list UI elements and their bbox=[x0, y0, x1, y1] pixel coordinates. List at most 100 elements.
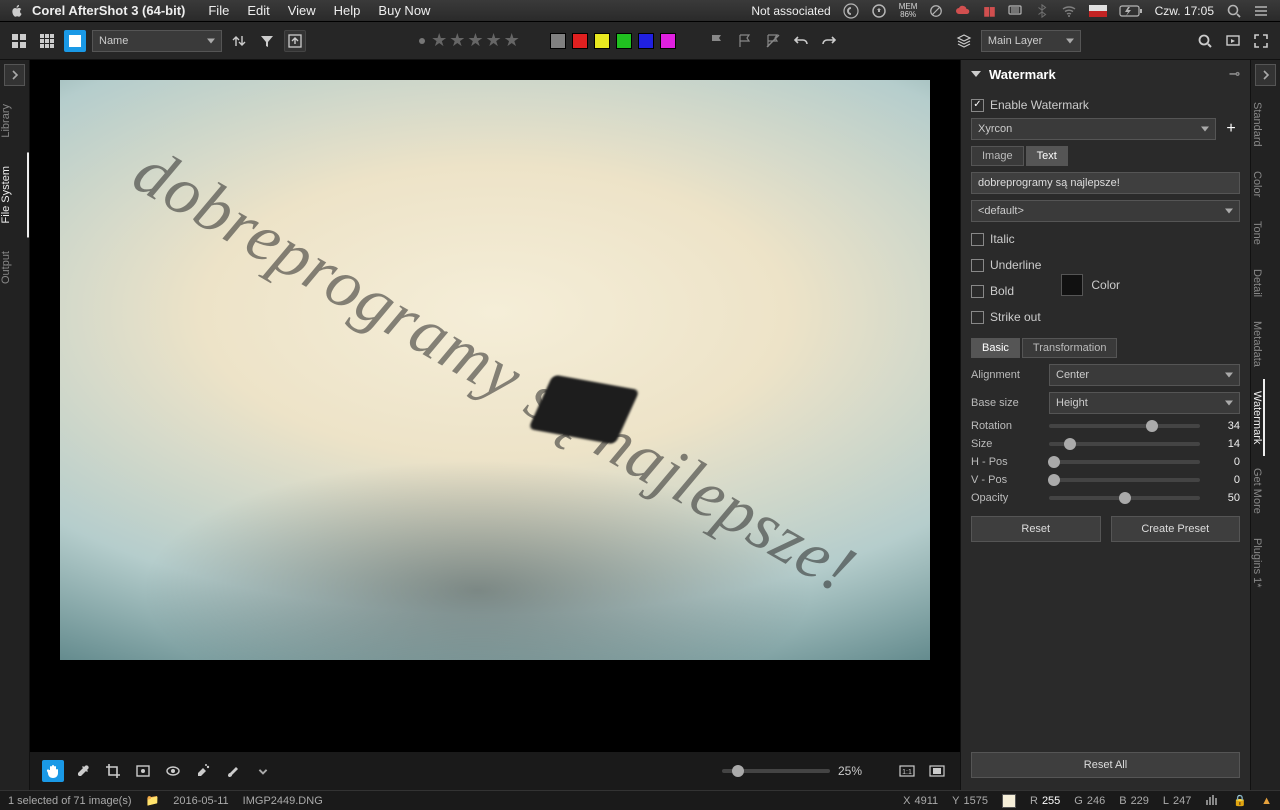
reset-button[interactable]: Reset bbox=[971, 516, 1101, 542]
left-tab-file-system[interactable]: File System bbox=[0, 152, 29, 237]
warning-icon[interactable]: ▲ bbox=[1261, 795, 1272, 807]
spotlight-icon[interactable] bbox=[1226, 3, 1242, 19]
brush-icon[interactable] bbox=[222, 760, 244, 782]
subtab-text[interactable]: Text bbox=[1026, 146, 1068, 166]
display-icon[interactable] bbox=[1007, 3, 1023, 19]
menu-icon[interactable] bbox=[1254, 3, 1270, 19]
right-expand-icon[interactable] bbox=[1255, 64, 1276, 86]
view-grid-small-icon[interactable] bbox=[36, 30, 58, 52]
block-icon[interactable] bbox=[929, 4, 943, 18]
sort-dropdown[interactable]: Name bbox=[92, 30, 222, 52]
pin-icon[interactable]: ⊸ bbox=[1229, 66, 1240, 82]
color-label-red[interactable] bbox=[572, 33, 588, 49]
left-tab-output[interactable]: Output bbox=[0, 237, 29, 298]
size-slider[interactable] bbox=[1049, 442, 1200, 446]
menu-edit[interactable]: Edit bbox=[247, 3, 269, 18]
wifi-icon[interactable] bbox=[1061, 3, 1077, 19]
color-label-blue[interactable] bbox=[638, 33, 654, 49]
create-preset-button[interactable]: Create Preset bbox=[1111, 516, 1241, 542]
histogram-icon[interactable] bbox=[1205, 792, 1219, 809]
eyedropper-icon[interactable] bbox=[72, 760, 94, 782]
color-label-grey[interactable] bbox=[550, 33, 566, 49]
redo-icon[interactable] bbox=[818, 30, 840, 52]
underline-checkbox[interactable] bbox=[971, 259, 984, 272]
panel-collapse-icon[interactable] bbox=[971, 71, 981, 77]
search-icon[interactable] bbox=[1194, 30, 1216, 52]
undo-icon[interactable] bbox=[790, 30, 812, 52]
color-label-yellow[interactable] bbox=[594, 33, 610, 49]
clock[interactable]: Czw. 17:05 bbox=[1155, 4, 1214, 18]
right-tab-color[interactable]: Color bbox=[1251, 159, 1263, 209]
export-icon[interactable] bbox=[284, 30, 306, 52]
subtab-image[interactable]: Image bbox=[971, 146, 1024, 166]
flag-pick-icon[interactable] bbox=[706, 30, 728, 52]
crop-icon[interactable] bbox=[102, 760, 124, 782]
zoom-fit-icon[interactable] bbox=[926, 760, 948, 782]
subtab-transformation[interactable]: Transformation bbox=[1022, 338, 1118, 358]
zoom-slider[interactable] bbox=[722, 769, 830, 773]
panel-header[interactable]: Watermark ⊸ bbox=[961, 60, 1250, 88]
view-single-icon[interactable] bbox=[64, 30, 86, 52]
more-tools-icon[interactable] bbox=[252, 760, 274, 782]
left-tab-library[interactable]: Library bbox=[0, 90, 29, 152]
vpos-slider[interactable] bbox=[1049, 478, 1200, 482]
hpos-slider[interactable] bbox=[1049, 460, 1200, 464]
layers-icon[interactable] bbox=[953, 30, 975, 52]
rotation-slider[interactable] bbox=[1049, 424, 1200, 428]
preset-dropdown[interactable]: Xyrcon bbox=[971, 118, 1216, 140]
menu-view[interactable]: View bbox=[288, 3, 316, 18]
zoom-1to1-icon[interactable]: 1:1 bbox=[896, 760, 918, 782]
right-tab-metadata[interactable]: Metadata bbox=[1251, 309, 1263, 379]
watermark-color-swatch[interactable] bbox=[1061, 274, 1083, 296]
rating-clear-icon[interactable] bbox=[419, 38, 425, 44]
right-tab-getmore[interactable]: Get More bbox=[1251, 456, 1263, 526]
right-tab-standard[interactable]: Standard bbox=[1251, 90, 1263, 159]
cc-icon[interactable] bbox=[843, 3, 859, 19]
layer-dropdown[interactable]: Main Layer bbox=[981, 30, 1081, 52]
color-label-magenta[interactable] bbox=[660, 33, 676, 49]
alignment-dropdown[interactable]: Center bbox=[1049, 364, 1240, 386]
menu-file[interactable]: File bbox=[208, 3, 229, 18]
sync-icon[interactable] bbox=[871, 3, 887, 19]
bold-checkbox[interactable] bbox=[971, 285, 984, 298]
basesize-dropdown[interactable]: Height bbox=[1049, 392, 1240, 414]
star-2-icon[interactable]: ★ bbox=[449, 30, 465, 51]
left-expand-icon[interactable] bbox=[4, 64, 25, 86]
heal-icon[interactable] bbox=[192, 760, 214, 782]
right-tab-plugins[interactable]: Plugins 1* bbox=[1251, 526, 1263, 600]
opacity-slider[interactable] bbox=[1049, 496, 1200, 500]
right-tab-tone[interactable]: Tone bbox=[1251, 209, 1263, 257]
rating-stars[interactable]: ★ ★ ★ ★ ★ bbox=[419, 30, 520, 51]
right-tab-detail[interactable]: Detail bbox=[1251, 257, 1263, 309]
image-canvas[interactable]: dobreprogramy są najlepsze! bbox=[60, 80, 930, 660]
color-label-green[interactable] bbox=[616, 33, 632, 49]
right-tab-watermark[interactable]: Watermark bbox=[1251, 379, 1265, 456]
pause-icon[interactable]: ▮▮ bbox=[983, 4, 994, 18]
reset-all-button[interactable]: Reset All bbox=[971, 752, 1240, 778]
view-grid-large-icon[interactable] bbox=[8, 30, 30, 52]
folder-name[interactable]: 2016-05-11 bbox=[173, 795, 228, 807]
watermark-text-input[interactable] bbox=[971, 172, 1240, 194]
apple-icon[interactable] bbox=[10, 4, 24, 18]
bluetooth-icon[interactable] bbox=[1035, 4, 1049, 18]
flag-icon[interactable] bbox=[1089, 5, 1107, 17]
lock-icon[interactable]: 🔒 bbox=[1233, 794, 1247, 807]
star-5-icon[interactable]: ★ bbox=[504, 30, 520, 51]
flag-clear-icon[interactable] bbox=[762, 30, 784, 52]
font-dropdown[interactable]: <default> bbox=[971, 200, 1240, 222]
star-1-icon[interactable]: ★ bbox=[431, 30, 447, 51]
strikeout-checkbox[interactable] bbox=[971, 311, 984, 324]
redeye-icon[interactable] bbox=[162, 760, 184, 782]
cloud-icon[interactable] bbox=[955, 3, 971, 19]
pan-tool-icon[interactable] bbox=[42, 760, 64, 782]
sort-direction-icon[interactable] bbox=[228, 30, 250, 52]
battery-icon[interactable] bbox=[1119, 4, 1143, 18]
filter-icon[interactable] bbox=[256, 30, 278, 52]
menu-buy-now[interactable]: Buy Now bbox=[378, 3, 430, 18]
italic-checkbox[interactable] bbox=[971, 233, 984, 246]
straighten-icon[interactable] bbox=[132, 760, 154, 782]
star-3-icon[interactable]: ★ bbox=[467, 30, 483, 51]
presentation-icon[interactable] bbox=[1222, 30, 1244, 52]
star-4-icon[interactable]: ★ bbox=[486, 30, 502, 51]
fullscreen-icon[interactable] bbox=[1250, 30, 1272, 52]
